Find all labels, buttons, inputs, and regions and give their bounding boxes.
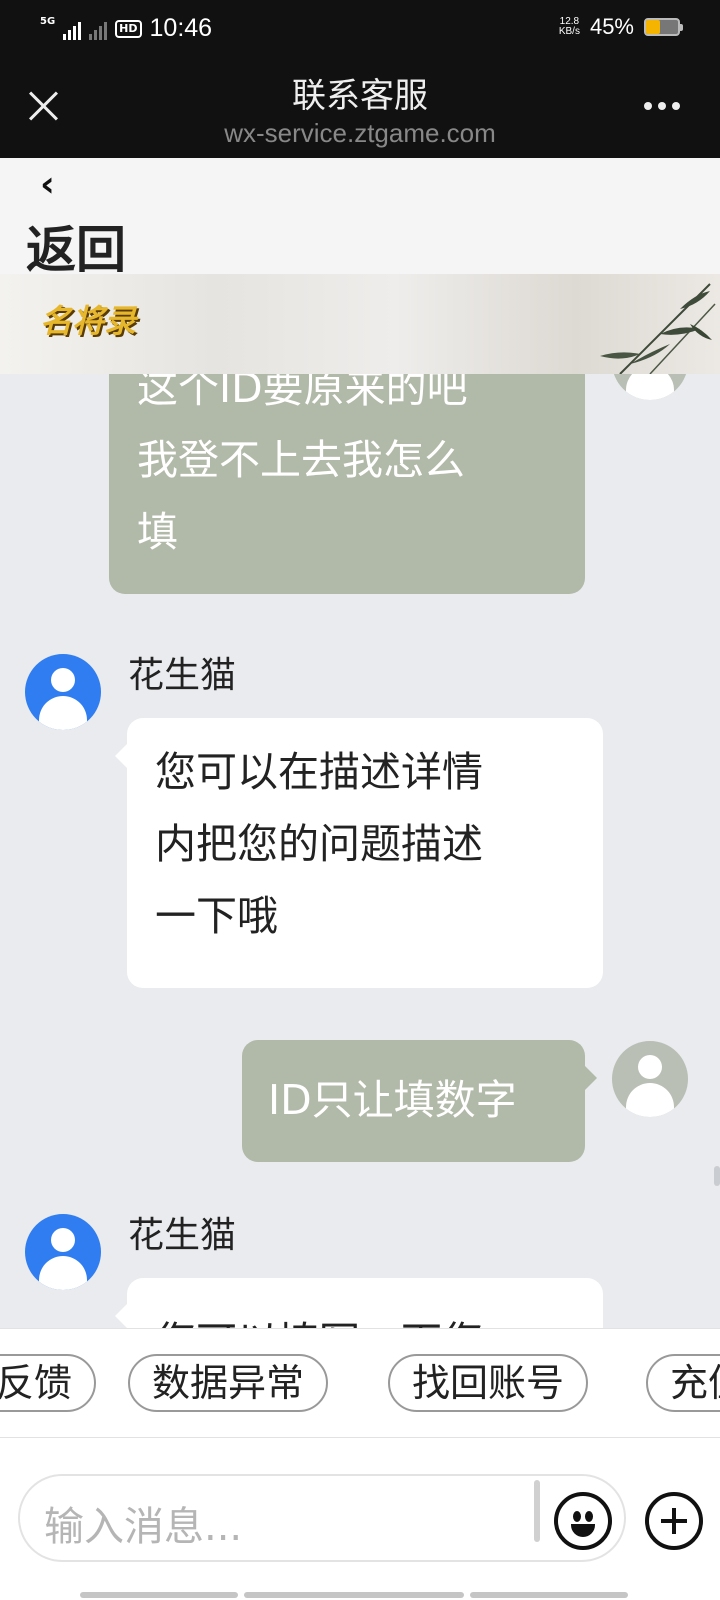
agent-message-bubble: 您可以填写一下您 <box>115 1278 603 1328</box>
more-dots-icon[interactable] <box>644 102 680 110</box>
game-logo-text: 名将录 <box>40 302 137 340</box>
chat-messages[interactable]: 这个ID要原来的吧 我登不上去我怎么 填 花生猫 您可以在描述详情 内把您的问题… <box>0 374 720 1328</box>
add-attachment-icon[interactable] <box>645 1492 703 1550</box>
message-line: 您可以填写一下您 <box>155 1306 575 1328</box>
bamboo-decoration-icon <box>600 283 716 374</box>
agent-message-bubble: 您可以在描述详情 内把您的问题描述 一下哦 <box>115 718 603 988</box>
back-button[interactable]: 返回 <box>26 210 126 282</box>
status-bar: 5G HD 10:46 12.8 KB/s 45% <box>0 0 720 62</box>
battery-fill <box>646 20 661 34</box>
quick-reply-recharge[interactable]: 充值 <box>646 1354 720 1412</box>
agent-avatar <box>25 654 101 730</box>
battery-icon <box>644 18 683 36</box>
game-logo: 名将录 <box>40 296 136 342</box>
agent-name: 花生猫 <box>128 1215 237 1256</box>
message-input-placeholder: 输入消息... <box>44 1504 243 1550</box>
emoji-icon[interactable] <box>554 1492 612 1550</box>
quick-reply-data-error[interactable]: 数据异常 <box>128 1354 329 1412</box>
input-bar: 输入消息... <box>0 1438 720 1600</box>
title-bar: 联系客服 wx-service.ztgame.com <box>0 62 720 158</box>
message-line: 内把您的问题描述 <box>155 820 483 868</box>
user-message-bubble: ID只让填数字 <box>242 1040 597 1162</box>
page-title: 联系客服 <box>292 76 428 116</box>
network-speed: 12.8 KB/s <box>559 17 580 37</box>
hd-voice-icon: HD <box>115 19 142 38</box>
status-right: 12.8 KB/s 45% <box>559 14 683 40</box>
network-type-label: 5G <box>40 16 56 27</box>
agent-avatar <box>25 1214 101 1290</box>
back-nav: ‹ 返回 <box>0 158 720 279</box>
message-line: 一下哦 <box>155 892 278 940</box>
clock: 10:46 <box>149 14 213 42</box>
input-scrollbar <box>534 1480 540 1542</box>
chat-scroll-indicator[interactable] <box>714 1166 720 1186</box>
quick-reply-recover-account[interactable]: 找回账号 <box>388 1354 589 1412</box>
quick-replies[interactable]: 反馈 数据异常 找回账号 充值 <box>0 1328 720 1438</box>
battery-percent: 45% <box>589 14 634 39</box>
secondary-signal-icon <box>89 18 108 40</box>
signal-strength-icon <box>63 18 82 40</box>
network-speed-unit: KB/s <box>558 26 580 37</box>
quick-reply-feedback[interactable]: 反馈 <box>0 1354 97 1412</box>
page-url: wx-service.ztgame.com <box>224 118 496 148</box>
message-line: 填 <box>137 508 178 556</box>
home-indicator <box>80 1592 238 1598</box>
message-line: 这个ID要原来的吧 <box>137 374 468 412</box>
user-avatar <box>612 1041 688 1117</box>
message-line: 我登不上去我怎么 <box>137 436 465 484</box>
back-chevron-icon[interactable]: ‹ <box>40 164 55 205</box>
agent-name: 花生猫 <box>128 655 237 696</box>
user-message-bubble: 这个ID要原来的吧 我登不上去我怎么 填 <box>109 374 585 594</box>
game-banner: 名将录 <box>0 274 720 374</box>
home-indicator <box>470 1592 628 1598</box>
user-avatar <box>612 374 688 400</box>
message-input[interactable]: 输入消息... <box>18 1474 626 1562</box>
message-line: 您可以在描述详情 <box>155 748 483 796</box>
home-indicator <box>244 1592 464 1598</box>
message-line: ID只让填数字 <box>268 1076 517 1124</box>
status-left: 5G HD 10:46 <box>40 14 212 43</box>
